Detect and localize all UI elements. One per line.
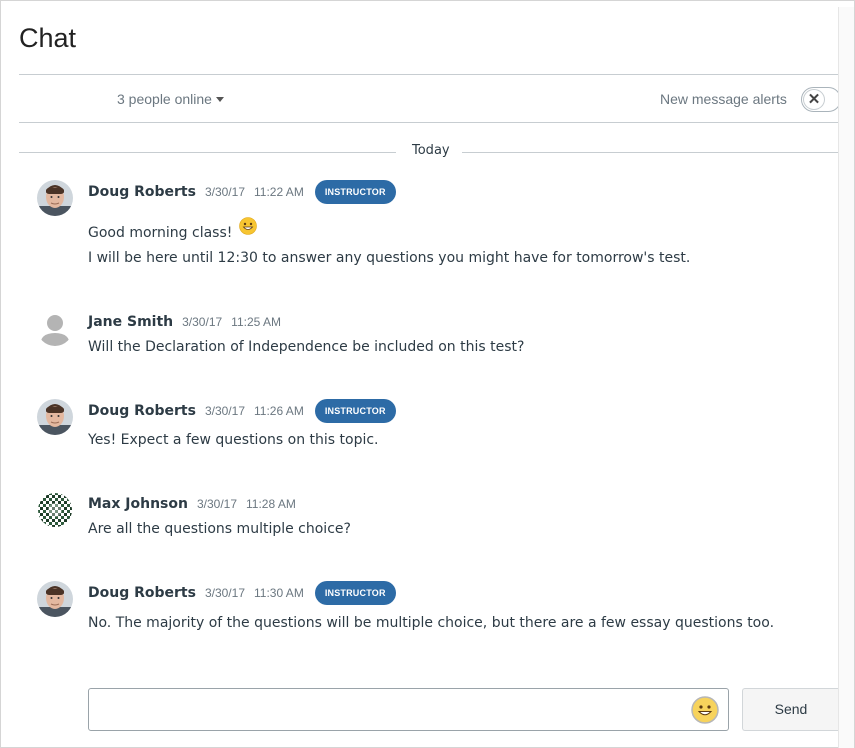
message-time: 11:28 AM (246, 497, 296, 511)
new-message-alerts-toggle[interactable]: ✕ (801, 87, 841, 112)
avatar (37, 310, 73, 346)
caret-down-icon (215, 97, 224, 102)
avatar (37, 399, 73, 435)
message-text: Will the Declaration of Independence be … (88, 339, 525, 355)
message-meta: Jane Smith 3/30/17 11:25 AM (88, 310, 290, 334)
author-name[interactable]: Doug Roberts (88, 184, 196, 200)
message-meta: Doug Roberts 3/30/17 11:26 AM INSTRUCTOR (88, 399, 396, 423)
default-person-icon (37, 310, 73, 346)
message-time: 11:26 AM (254, 404, 304, 418)
close-icon: ✕ (803, 89, 825, 110)
people-online-label: 3 people online (117, 91, 212, 107)
author-name[interactable]: Max Johnson (88, 496, 188, 512)
avatar (37, 581, 73, 617)
new-message-alerts-label: New message alerts (660, 91, 787, 107)
people-online-dropdown[interactable]: 3 people online (117, 91, 224, 107)
person-photo-icon (37, 180, 73, 216)
message-text: Good morning class! (88, 217, 257, 241)
message-text-content: Good morning class! (88, 225, 233, 241)
instructor-badge: INSTRUCTOR (314, 581, 396, 605)
message-date: 3/30/17 (204, 185, 245, 199)
message-date: 3/30/17 (182, 315, 223, 329)
instructor-badge: INSTRUCTOR (314, 180, 396, 204)
page-title: Chat (19, 23, 77, 53)
message-time: 11:25 AM (231, 315, 281, 329)
scrollbar[interactable] (838, 7, 854, 748)
author-name[interactable]: Jane Smith (88, 314, 173, 330)
message-time: 11:30 AM (254, 586, 304, 600)
message-date: 3/30/17 (204, 404, 245, 418)
avatar (37, 492, 73, 528)
message-date: 3/30/17 (196, 497, 238, 511)
person-photo-icon (37, 581, 73, 617)
date-divider-label: Today (412, 143, 450, 158)
pattern-avatar-icon (38, 493, 72, 527)
message-meta: Doug Roberts 3/30/17 11:22 AM INSTRUCTOR (88, 180, 396, 204)
message-input[interactable] (89, 689, 679, 730)
date-divider-line-left (19, 152, 396, 153)
message-time: 11:22 AM (254, 185, 304, 199)
message-text: Are all the questions multiple choice? (88, 521, 351, 537)
avatar (37, 180, 73, 216)
message-meta: Max Johnson 3/30/17 11:28 AM (88, 492, 305, 516)
message-text: No. The majority of the questions will b… (88, 615, 775, 631)
person-photo-icon (37, 399, 73, 435)
instructor-badge: INSTRUCTOR (314, 399, 396, 423)
send-button[interactable]: Send (742, 688, 839, 731)
smiley-icon[interactable] (691, 696, 719, 724)
message-date: 3/30/17 (204, 586, 245, 600)
author-name[interactable]: Doug Roberts (88, 403, 196, 419)
chat-window: Chat 3 people online New message alerts … (0, 0, 855, 748)
header-divider (19, 74, 839, 75)
message-composer[interactable] (88, 688, 729, 731)
message-text: I will be here until 12:30 to answer any… (88, 250, 691, 266)
date-divider-line-right (462, 152, 839, 153)
author-name[interactable]: Doug Roberts (88, 585, 196, 601)
date-divider: Today (19, 143, 839, 159)
grinning-face-emoji-icon (239, 217, 257, 235)
toolbar-divider (19, 122, 839, 123)
message-text: Yes! Expect a few questions on this topi… (88, 432, 379, 448)
message-meta: Doug Roberts 3/30/17 11:30 AM INSTRUCTOR (88, 581, 396, 605)
